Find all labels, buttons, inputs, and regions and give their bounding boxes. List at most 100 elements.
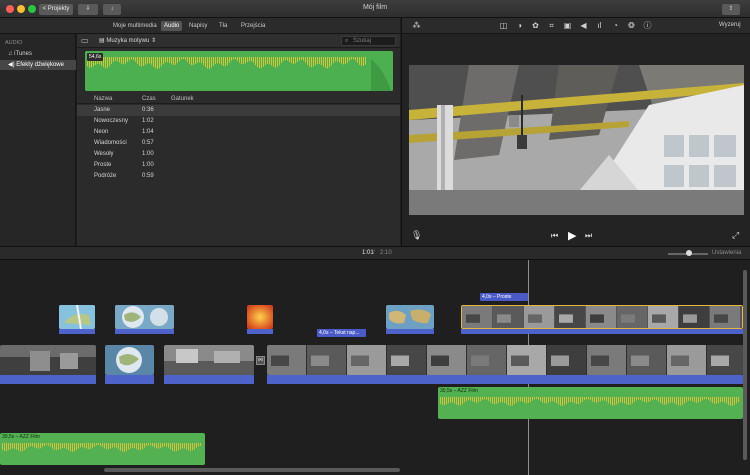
sound-name: Nowoczesny [94,118,129,124]
play-icon[interactable]: ▶ [568,229,576,242]
table-row[interactable]: Nowoczesny 1:02 [77,116,400,127]
color-correction-icon[interactable]: ◑ [515,21,524,30]
share-button[interactable]: ⇪ [722,4,740,15]
video-preview[interactable] [409,65,744,215]
microphone-icon[interactable]: 🎙 [411,230,422,241]
sound-duration: 1:02 [142,118,154,124]
vertical-scrollbar[interactable] [743,270,747,460]
primary-clip[interactable] [164,345,254,375]
selected-upper-clip[interactable] [461,305,743,329]
primary-clip[interactable] [0,345,96,375]
library-sidebar: AUDIO ♫ iTunes ◀) Efekty dźwiękowe [0,34,76,246]
sidebar-item-sound-effects[interactable]: ◀) Efekty dźwiękowe [0,60,76,70]
current-time: 1:01 [362,250,374,256]
tab-transitions[interactable]: Przejścia [238,21,268,31]
transition-icon[interactable]: ⋈ [256,356,265,365]
zoom-slider-handle[interactable] [686,250,692,256]
volume-icon[interactable]: ◀ [579,21,588,30]
sound-name: Wesoły [94,151,114,157]
table-row[interactable]: Wiadomości 0:57 [77,138,400,149]
sidebar-item-itunes[interactable]: ♫ iTunes [0,49,76,59]
column-time[interactable]: Czas [142,96,156,102]
source-dropdown[interactable]: ▤ Muzyka motywu ⇕ [99,37,156,44]
tab-audio[interactable]: Audio [161,21,183,31]
cutaway-audio [386,329,434,334]
audio-preview-waveform[interactable]: 54,6s [85,51,393,91]
time-separator: / [373,250,375,256]
cutaway-clip-worldmap[interactable] [386,305,434,329]
table-row[interactable]: Wesoły 1:00 [77,149,400,160]
music-track[interactable]: 30,5s – AZZ Film [438,387,743,419]
cutaway-audio [59,329,95,334]
table-row[interactable]: Proste 1:00 [77,160,400,171]
sound-name: Podróże [94,173,117,179]
info-icon[interactable]: ⓘ [643,21,652,30]
speed-icon[interactable]: ◔ [611,21,620,30]
column-genre[interactable]: Gatunek [171,96,194,102]
adjustments-toolbar: ⁂ ◫ ◑ ✿ ⌗ ▣ ◀ ıl ◔ ❂ ⓘ Wyzeruj [402,18,750,34]
audio-browser: ▭ ▤ Muzyka motywu ⇕ ⌕ Szukaj 54,6s Nazwa… [77,34,400,246]
waveform-graphic [85,51,393,91]
sidebar-item-label: Efekty dźwiękowe [16,62,64,68]
primary-audio [0,375,96,384]
browser-toolbar: ▭ ▤ Muzyka motywu ⇕ ⌕ Szukaj [77,34,400,48]
title-clip-label[interactable]: 4,0s – Tekst nap... [317,329,366,337]
search-icon: ⌕ [345,38,349,44]
primary-audio [164,375,254,384]
primary-audio [105,375,154,384]
title-bar: < Projekty ⇩ ↓ Mój film ⇪ [0,0,750,18]
video-frame [409,65,744,215]
sidebar-toggle-icon[interactable]: ▭ [81,36,89,45]
fullscreen-icon[interactable]: ⤢ [732,230,739,241]
cutaway-clip-globe[interactable] [115,305,174,329]
primary-clip-globe[interactable] [105,345,154,375]
music-track[interactable]: 30,5s – AZZ Film [0,433,205,465]
tab-titles[interactable]: Napisy [186,21,210,31]
table-row[interactable]: Podróże 0:59 [77,171,400,182]
cutaway-audio [115,329,174,334]
cutaway-clip-map[interactable] [59,305,95,329]
sound-name: Wiadomości [94,140,127,146]
color-balance-icon[interactable]: ◫ [499,21,508,30]
sound-duration: 0:36 [142,107,154,113]
sound-duration: 1:00 [142,151,154,157]
magic-wand-icon[interactable]: ⁂ [412,21,421,30]
chevron-updown-icon: ⇕ [149,38,157,44]
timeline[interactable]: 4,0s – Proste 4,0s – Tekst nap... ⋈ 30,5… [0,260,750,475]
column-name[interactable]: Nazwa [94,96,112,102]
table-row[interactable]: Neon 1:04 [77,127,400,138]
sound-duration: 0:57 [142,140,154,146]
title-clip-label[interactable]: 4,0s – Proste [480,293,528,301]
stabilization-icon[interactable]: ▣ [563,21,572,30]
sound-duration: 1:04 [142,129,154,135]
tab-my-media[interactable]: Moje multimedia [110,21,160,31]
search-field[interactable]: ⌕ Szukaj [341,36,396,46]
viewer-panel: ⁂ ◫ ◑ ✿ ⌗ ▣ ◀ ıl ◔ ❂ ⓘ Wyzeruj 🎙 ⏮ ▶ ⏭ ⤢ [401,18,750,246]
horizontal-scrollbar[interactable] [104,468,400,472]
table-row[interactable]: Jasne 0:36 [77,105,400,116]
sound-duration: 0:59 [142,173,154,179]
filter-icon[interactable]: ❂ [627,21,636,30]
cutaway-audio [247,329,273,334]
browser-tabs: Moje multimedia Audio Napisy Tła Przejśc… [0,18,400,34]
table-header: Nazwa Czas Gatunek [77,94,400,104]
tab-backgrounds[interactable]: Tła [216,21,230,31]
color-wheel-icon[interactable]: ✿ [531,21,540,30]
sound-name: Neon [94,129,109,135]
skip-back-icon[interactable]: ⏮ [551,231,558,241]
search-input[interactable]: Szukaj [353,38,371,44]
primary-clip-long[interactable] [267,345,743,375]
reset-all-button[interactable]: Wyzeruj [719,22,741,28]
timeline-settings-button[interactable]: Ustawienia [712,250,741,256]
duration-badge: 54,6s [87,53,104,61]
primary-audio [267,375,743,384]
equalizer-icon[interactable]: ıl [595,21,604,30]
zoom-slider[interactable] [668,250,708,256]
sound-duration: 1:00 [142,162,154,168]
sound-name: Proste [94,162,112,168]
skip-forward-icon[interactable]: ⏭ [585,231,592,241]
sidebar-heading: AUDIO [5,40,23,46]
cutaway-clip-fire[interactable] [247,305,273,329]
crop-icon[interactable]: ⌗ [547,21,556,30]
timeline-header: 1:01 / 2:10 Ustawienia [0,246,750,260]
